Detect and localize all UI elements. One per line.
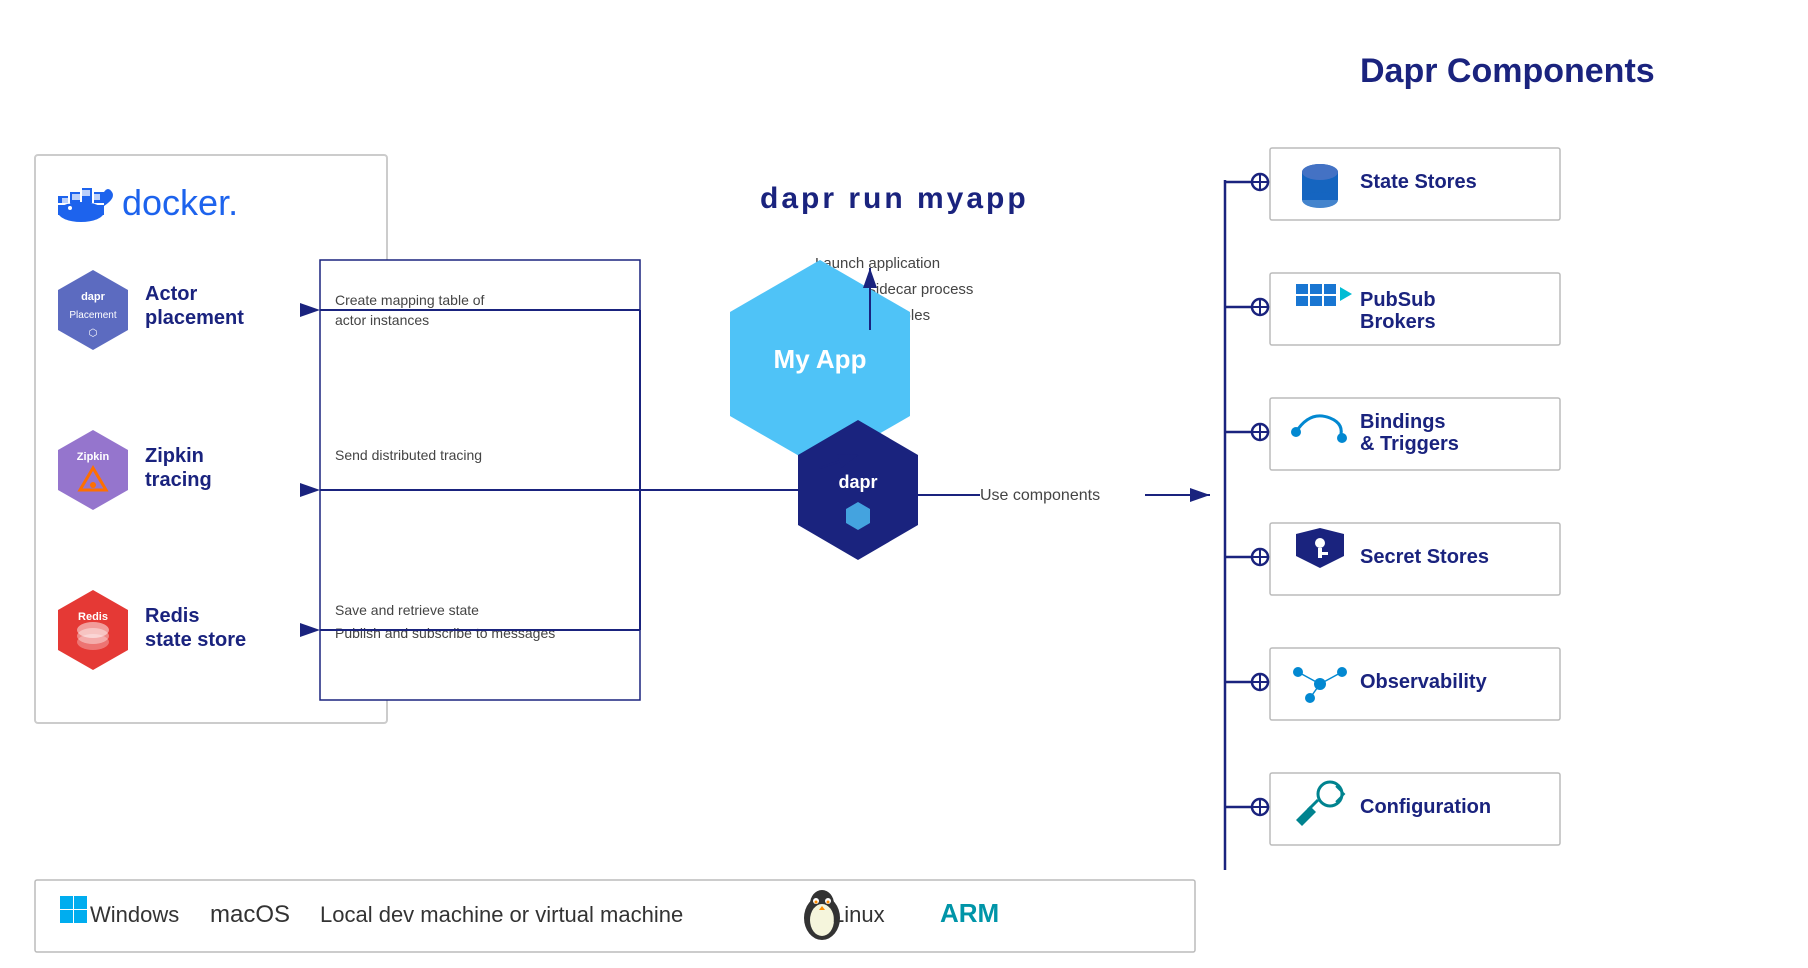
svg-text:⬡: ⬡	[89, 328, 98, 339]
svg-text:actor instances: actor instances	[335, 312, 429, 328]
svg-text:placement: placement	[145, 307, 244, 329]
svg-text:Launch application: Launch application	[815, 255, 940, 272]
svg-text:dapr: dapr	[81, 291, 106, 303]
svg-text:Local dev machine or virtual m: Local dev machine or virtual machine	[320, 902, 683, 927]
svg-text:Brokers: Brokers	[1360, 311, 1436, 333]
svg-text:tracing: tracing	[145, 469, 212, 491]
svg-text:State Stores: State Stores	[1360, 171, 1477, 193]
svg-text:& Triggers: & Triggers	[1360, 433, 1459, 455]
svg-text:Linux: Linux	[832, 902, 885, 927]
svg-text:Use components: Use components	[980, 487, 1100, 504]
svg-text:docker.: docker.	[122, 182, 238, 223]
svg-text:ARM: ARM	[940, 898, 999, 928]
svg-text:dapr run myapp: dapr run myapp	[760, 182, 1029, 215]
svg-text:Launch sidecar process: Launch sidecar process	[815, 281, 973, 298]
svg-text:dapr: dapr	[838, 472, 877, 492]
svg-text:Windows: Windows	[90, 902, 179, 927]
svg-text:Zipkin: Zipkin	[77, 451, 110, 463]
svg-text:Redis: Redis	[145, 605, 199, 627]
svg-text:Save and retrieve state: Save and retrieve state	[335, 602, 479, 618]
svg-text:Set env variables: Set env variables	[815, 307, 930, 324]
svg-text:Placement: Placement	[69, 310, 116, 321]
svg-text:Actor: Actor	[145, 283, 197, 305]
svg-text:state store: state store	[145, 629, 246, 651]
svg-text:Bindings: Bindings	[1360, 411, 1446, 433]
svg-text:Zipkin: Zipkin	[145, 445, 204, 467]
svg-text:macOS: macOS	[210, 901, 290, 928]
svg-text:PubSub: PubSub	[1360, 289, 1436, 311]
svg-text:Send distributed tracing: Send distributed tracing	[335, 447, 482, 463]
svg-text:Redis: Redis	[78, 611, 108, 623]
svg-text:My App: My App	[774, 344, 867, 374]
svg-text:Configuration: Configuration	[1360, 796, 1491, 818]
svg-text:Publish and subscribe to messa: Publish and subscribe to messages	[335, 625, 555, 641]
svg-text:Dapr Components: Dapr Components	[1360, 52, 1655, 90]
svg-text:Secret Stores: Secret Stores	[1360, 546, 1489, 568]
svg-text:Create mapping table of: Create mapping table of	[335, 292, 485, 308]
svg-text:Observability: Observability	[1360, 671, 1488, 693]
